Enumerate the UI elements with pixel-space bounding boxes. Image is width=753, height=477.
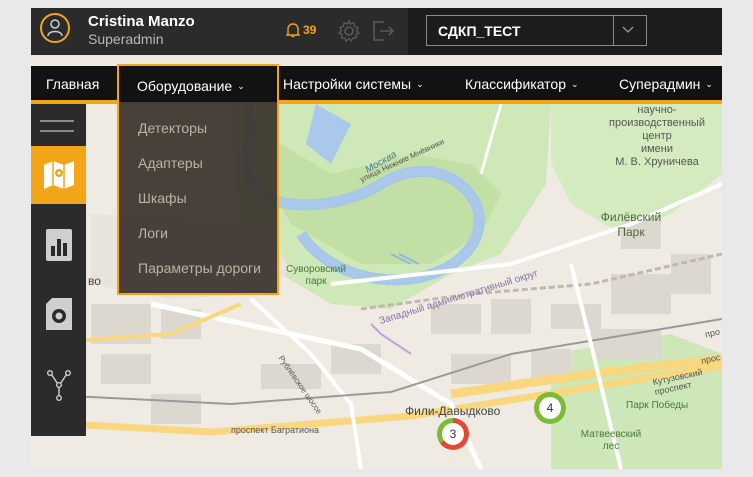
user-name: Cristina Manzo — [88, 13, 195, 30]
sidebar-item-statistics[interactable] — [31, 216, 86, 274]
map-label-institute: научно- производственный центр имени М. … — [597, 104, 717, 169]
cluster-count: 3 — [442, 423, 464, 445]
map-label-line: производственный — [609, 117, 705, 129]
map-label-line: Филёвский — [600, 210, 662, 224]
sidebar-item-map[interactable] — [31, 146, 86, 204]
map-label-edge-left: во — [88, 274, 101, 288]
map-label-bagrationa: проспект Багратиона — [231, 425, 320, 435]
nav-item-label: Главная — [46, 76, 100, 92]
map-label-line: имени — [640, 143, 674, 155]
graph-icon — [46, 370, 71, 401]
map-label-filevsky: Филёвский Парк — [591, 210, 671, 240]
equipment-dropdown: Оборудование ⌄ Детекторы Адаптеры Шкафы Л… — [117, 64, 279, 295]
dropdown-header[interactable]: Оборудование ⌄ — [119, 66, 277, 102]
cluster-count: 4 — [539, 397, 561, 419]
map-label-line: Суворовский — [286, 264, 346, 275]
chevron-down-icon: ⌄ — [571, 79, 579, 89]
chart-icon — [45, 229, 72, 261]
menu-item-detectors[interactable]: Детекторы — [138, 120, 207, 136]
avatar[interactable] — [40, 13, 70, 43]
nav-item-home[interactable]: Главная — [46, 76, 99, 92]
cluster-marker[interactable]: 4 — [534, 392, 566, 424]
system-select[interactable]: СДКП_ТЕСТ — [426, 15, 647, 46]
bell-icon[interactable] — [286, 22, 300, 38]
map-label-line: Матвеевский — [580, 429, 642, 440]
hamburger-icon[interactable] — [40, 118, 74, 134]
sidebar-item-storage[interactable] — [31, 285, 86, 343]
nav-item-classifier[interactable]: Классификатор ⌄ — [465, 76, 579, 92]
user-icon — [47, 19, 63, 37]
map-label-fili: Фили-Давыдково — [405, 404, 501, 418]
logout-icon[interactable] — [371, 20, 395, 42]
app-frame: научно- производственный центр имени М. … — [31, 8, 722, 469]
nav-item-settings[interactable]: Настройки системы ⌄ — [283, 76, 424, 92]
menu-item-cabinets[interactable]: Шкафы — [138, 190, 187, 206]
menu-item-logs[interactable]: Логи — [138, 225, 168, 241]
nav-item-superadmin[interactable]: Суперадмин ⌄ — [619, 76, 713, 92]
map-label-line: Парк — [617, 225, 645, 239]
disk-icon — [45, 298, 72, 330]
nav-item-label: Суперадмин — [619, 76, 701, 92]
top-header: Cristina Manzo Superadmin 39 СДКП_ТЕСТ — [31, 8, 722, 55]
notification-count[interactable]: 39 — [303, 23, 316, 37]
map-label-line: научно- — [637, 104, 677, 116]
map-label-line: лес — [602, 441, 620, 452]
map-label-line: центр — [642, 130, 672, 142]
map-label-matveevsky: Матвеевский лес — [571, 429, 651, 453]
sidebar-item-network[interactable] — [31, 356, 86, 414]
map-label-line: парк — [305, 276, 327, 287]
map-icon — [43, 161, 74, 189]
user-role: Superadmin — [88, 31, 164, 47]
menu-item-road-params[interactable]: Параметры дороги — [138, 260, 261, 276]
select-divider — [613, 16, 614, 45]
dropdown-header-label: Оборудование ⌄ — [137, 78, 245, 94]
chevron-down-icon: ⌄ — [705, 79, 713, 89]
menu-item-adapters[interactable]: Адаптеры — [138, 155, 203, 171]
map-label-pobedy: Парк Победы — [626, 400, 689, 411]
chevron-down-icon: ⌄ — [237, 81, 245, 91]
chevron-down-icon: ⌄ — [416, 79, 424, 89]
chevron-down-icon — [622, 26, 634, 33]
sidebar — [31, 104, 86, 436]
map-label-line: М. В. Хруничева — [615, 156, 699, 168]
nav-item-label: Настройки системы — [283, 76, 412, 92]
dropdown-header-text: Оборудование — [137, 78, 233, 94]
gear-icon[interactable] — [337, 19, 361, 43]
cluster-marker[interactable]: 3 — [437, 418, 469, 450]
nav-item-label: Классификатор — [465, 76, 567, 92]
map-label-suvorov: Суворовский парк — [276, 264, 356, 288]
system-select-value: СДКП_ТЕСТ — [438, 23, 521, 39]
